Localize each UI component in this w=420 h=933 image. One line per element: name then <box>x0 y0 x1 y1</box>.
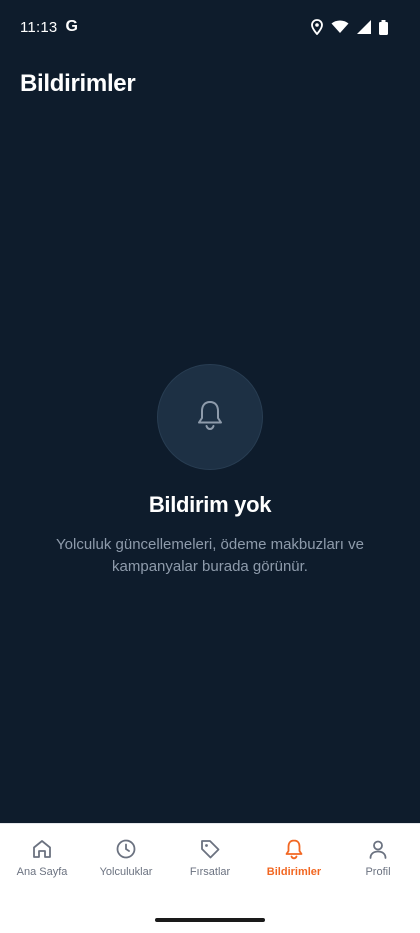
clock-icon <box>115 838 137 860</box>
empty-state-icon-circle <box>157 364 263 470</box>
empty-state: Bildirim yok Yolculuk güncellemeleri, öd… <box>0 364 420 578</box>
home-gesture-bar[interactable] <box>155 918 265 922</box>
signal-icon <box>357 20 371 34</box>
nav-label-deals: Fırsatlar <box>189 866 231 878</box>
tag-icon <box>199 838 221 860</box>
bell-icon <box>283 838 305 860</box>
status-left: 11:13 G <box>20 18 78 36</box>
status-bar: 11:13 G <box>0 0 420 54</box>
status-time: 11:13 <box>20 18 58 36</box>
nav-label-profile: Profil <box>365 866 391 878</box>
wifi-icon <box>331 20 349 34</box>
nav-item-deals[interactable]: Fırsatlar <box>168 838 252 878</box>
bottom-nav: Ana Sayfa Yolculuklar Fırsatlar Bildirim… <box>0 823 420 909</box>
nav-item-trips[interactable]: Yolculuklar <box>84 838 168 878</box>
page-title: Bildirimler <box>20 70 136 97</box>
nav-label-trips: Yolculuklar <box>99 866 153 878</box>
status-icons <box>311 19 388 35</box>
location-icon <box>311 19 323 35</box>
user-icon <box>367 838 389 860</box>
nav-label-notifications: Bildirimler <box>266 866 322 878</box>
empty-state-title: Bildirim yok <box>148 492 272 517</box>
gesture-area <box>0 909 420 933</box>
empty-state-description: Yolculuk güncellemeleri, ödeme makbuzlar… <box>56 536 364 575</box>
nav-label-home: Ana Sayfa <box>16 866 68 878</box>
nav-item-home[interactable]: Ana Sayfa <box>0 838 84 878</box>
battery-icon <box>379 19 388 35</box>
google-icon: G <box>65 18 78 35</box>
nav-item-notifications[interactable]: Bildirimler <box>252 838 336 878</box>
bell-icon <box>195 399 225 436</box>
home-icon <box>31 838 53 860</box>
nav-item-profile[interactable]: Profil <box>336 838 420 878</box>
